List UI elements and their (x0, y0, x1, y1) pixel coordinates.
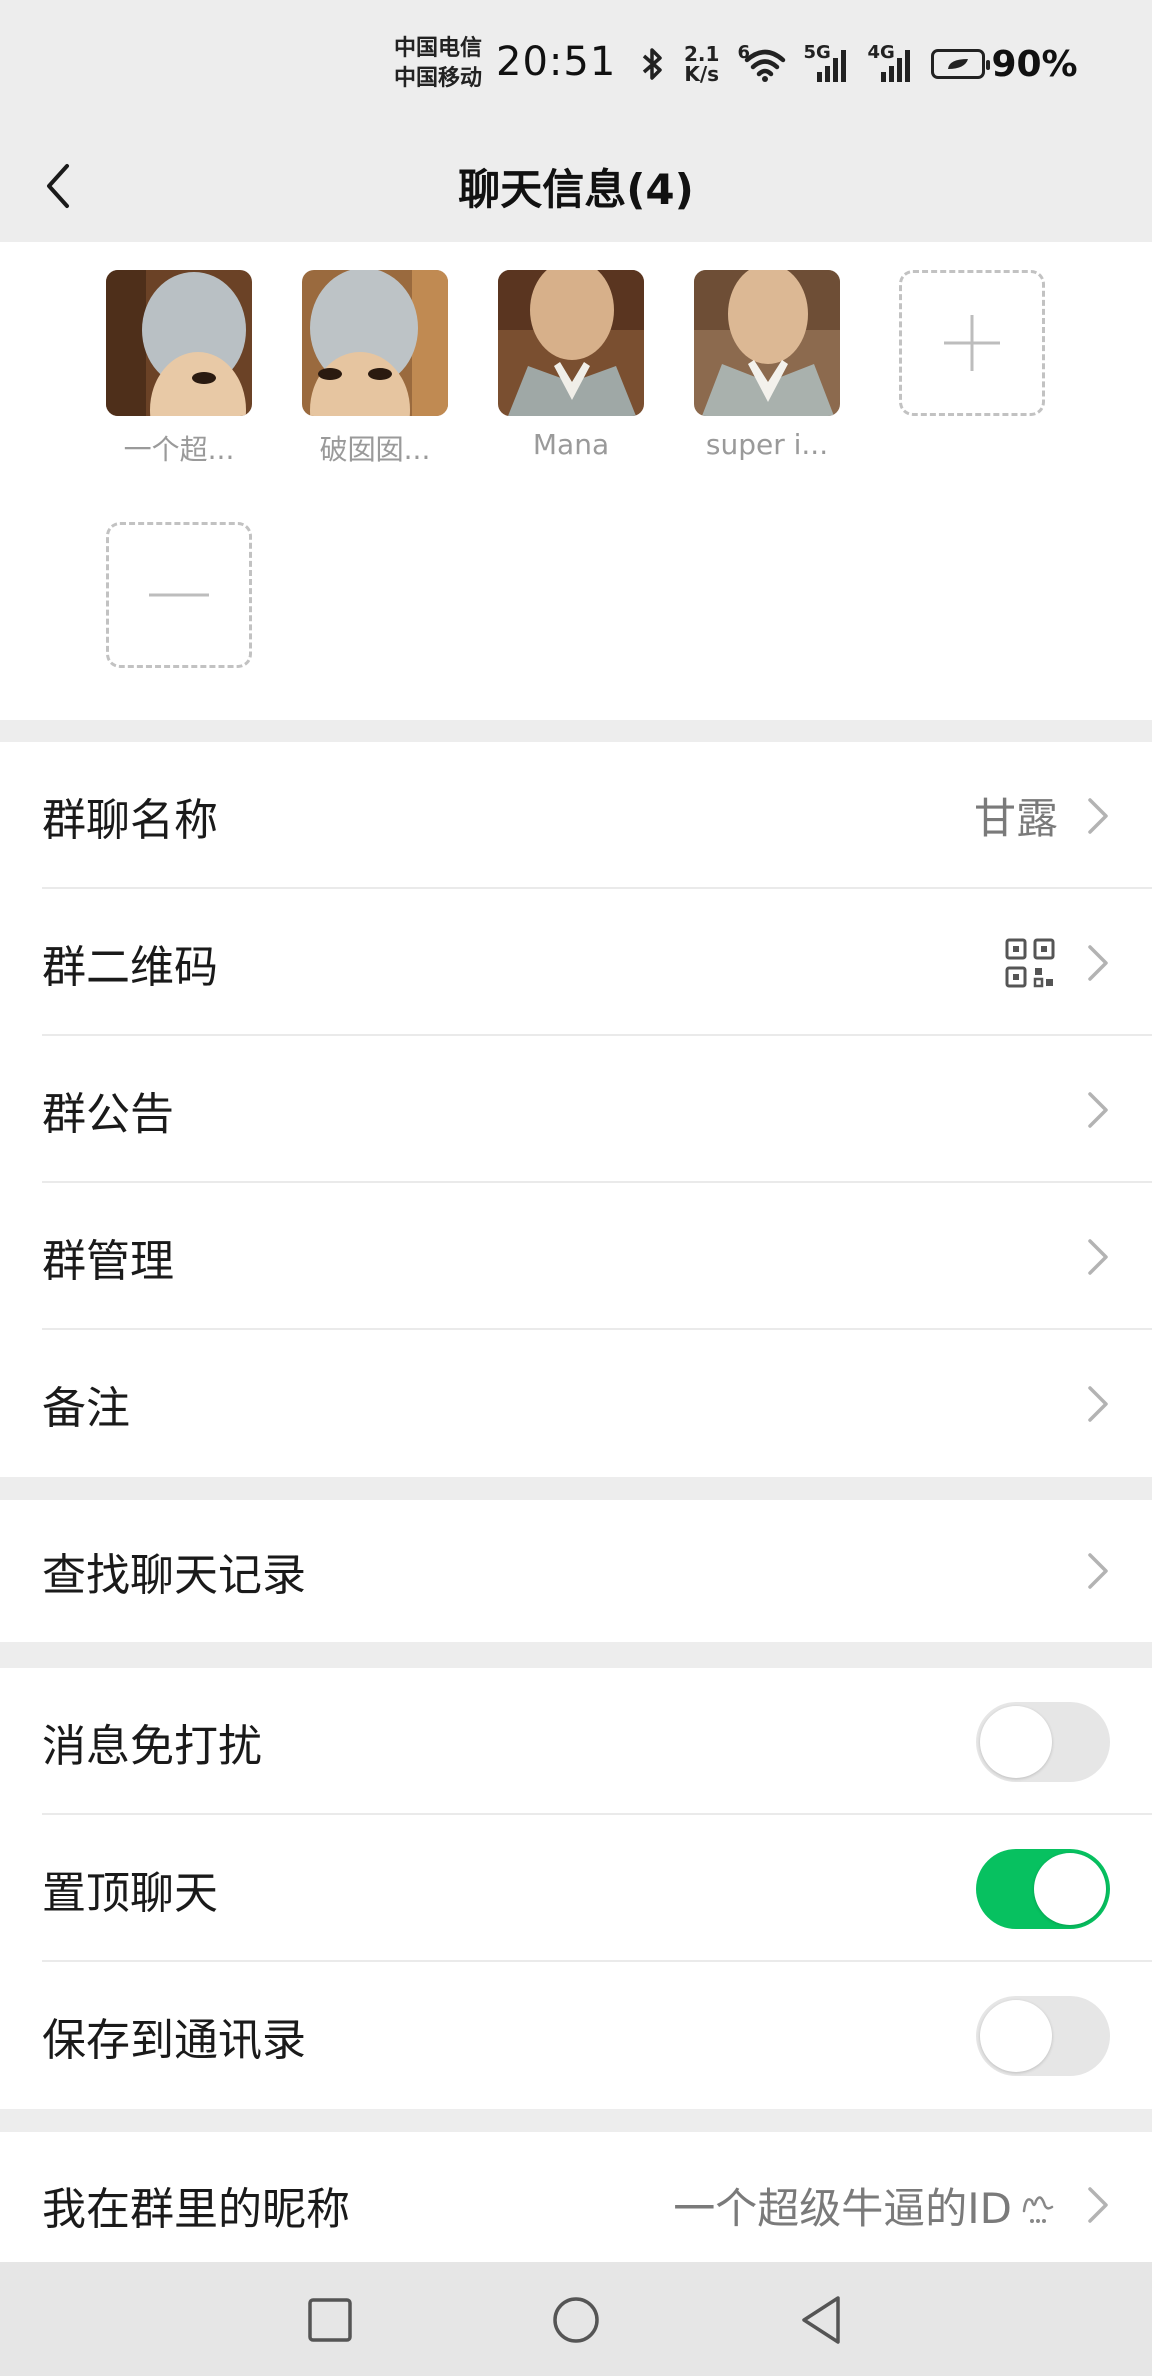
chevron-right-icon (1088, 1091, 1108, 1128)
nickname-label: 我在群里的昵称 (42, 2184, 350, 2235)
recent-apps-icon[interactable] (302, 2292, 358, 2348)
signal-5g-icon: 5G (803, 42, 849, 82)
group-qr-label: 群二维码 (42, 941, 218, 993)
pin-row: 置顶聊天 (0, 1815, 1152, 1962)
battery-percent: 90% (991, 43, 1078, 85)
chevron-right-icon (1088, 1385, 1108, 1422)
mute-toggle[interactable] (976, 1701, 1110, 1782)
search-history-row[interactable]: 查找聊天记录 (0, 1500, 1152, 1642)
toggle-knob (1034, 1852, 1106, 1925)
group-manage-label: 群管理 (42, 1235, 174, 1287)
net-speed: 2.1 K/s (684, 42, 720, 86)
member-name: super i... (705, 428, 829, 461)
chevron-right-icon (1088, 1553, 1108, 1589)
status-icons: 2.1 K/s 6 5G 4G 90% (640, 40, 1078, 88)
back-arrow-icon (47, 164, 69, 208)
bluetooth-icon (642, 48, 662, 80)
home-icon[interactable] (548, 2292, 604, 2348)
toggle-knob (980, 1705, 1052, 1778)
minus-icon (149, 593, 209, 597)
avatar (694, 270, 840, 416)
chevron-right-icon (1088, 944, 1108, 981)
member-tile[interactable]: 一个超... (106, 270, 252, 468)
nav-bar: 聊天信息(4) (0, 130, 1152, 242)
group-notice-label: 群公告 (42, 1088, 174, 1140)
qr-code-icon (1005, 938, 1055, 987)
member-name: 破囡囡... (319, 433, 431, 466)
carrier-2: 中国移动 (394, 66, 483, 91)
chevron-right-icon (1088, 2187, 1108, 2223)
remark-label: 备注 (42, 1382, 130, 1434)
remark-row[interactable]: 备注 (0, 1330, 1152, 1477)
pin-toggle[interactable] (976, 1848, 1110, 1929)
chevron-right-icon (1088, 1238, 1108, 1275)
group-info-section: 群聊名称 甘露 群二维码 群公告 群管理 备注 (0, 742, 1152, 1477)
toggle-knob (980, 1999, 1052, 2072)
battery-icon (931, 49, 991, 79)
avatar (498, 270, 644, 416)
save-contacts-toggle[interactable] (976, 1995, 1110, 2076)
member-tile[interactable]: super i... (694, 270, 840, 461)
member-grid: 一个超... 破囡囡... Mana super i... (0, 242, 1152, 720)
group-name-row[interactable]: 群聊名称 甘露 (0, 742, 1152, 889)
add-member-button[interactable] (899, 270, 1045, 416)
member-tile[interactable]: Mana (498, 270, 644, 461)
carrier-labels: 中国电信 中国移动 (394, 34, 482, 94)
member-name: 一个超... (123, 433, 235, 466)
avatar (302, 270, 448, 416)
nickname-emoji-icon (1022, 2196, 1054, 2223)
search-history-label: 查找聊天记录 (42, 1550, 306, 1601)
nickname-row[interactable]: 我在群里的昵称 一个超级牛逼的ID (0, 2132, 1152, 2278)
search-section: 查找聊天记录 (0, 1500, 1152, 1642)
save-contacts-label: 保存到通讯录 (42, 2014, 306, 2066)
member-name: Mana (532, 428, 610, 461)
mute-row: 消息免打扰 (0, 1668, 1152, 1815)
nickname-section: 我在群里的昵称 一个超级牛逼的ID (0, 2132, 1152, 2262)
settings-section: 消息免打扰 置顶聊天 保存到通讯录 (0, 1668, 1152, 2109)
plus-icon (944, 315, 1000, 371)
status-bar: 中国电信 中国移动 20:51 2.1 K/s 6 5G 4G 90% (0, 0, 1152, 130)
pin-label: 置顶聊天 (42, 1867, 218, 1919)
avatar (106, 270, 252, 416)
group-qr-row[interactable]: 群二维码 (0, 889, 1152, 1036)
carrier-1: 中国电信 (394, 36, 483, 61)
back-nav-icon[interactable] (794, 2292, 850, 2348)
system-navigation-bar (0, 2262, 1152, 2376)
remove-member-button[interactable] (106, 522, 252, 668)
back-button[interactable] (26, 152, 90, 220)
group-manage-row[interactable]: 群管理 (0, 1183, 1152, 1330)
save-contacts-row: 保存到通讯录 (0, 1962, 1152, 2109)
member-tile[interactable]: 破囡囡... (302, 270, 448, 468)
battery-indicator: 90% (931, 43, 1078, 85)
group-name-value: 甘露 (973, 794, 1058, 843)
group-name-label: 群聊名称 (42, 794, 218, 846)
signal-4g-icon: 4G (867, 42, 913, 82)
page-title: 聊天信息(4) (458, 164, 694, 214)
mute-label: 消息免打扰 (42, 1720, 262, 1772)
group-notice-row[interactable]: 群公告 (0, 1036, 1152, 1183)
nickname-value: 一个超级牛逼的ID (673, 2183, 1012, 2233)
clock: 20:51 (496, 39, 617, 85)
chevron-right-icon (1088, 797, 1108, 834)
wifi-icon: 6 (737, 42, 786, 82)
